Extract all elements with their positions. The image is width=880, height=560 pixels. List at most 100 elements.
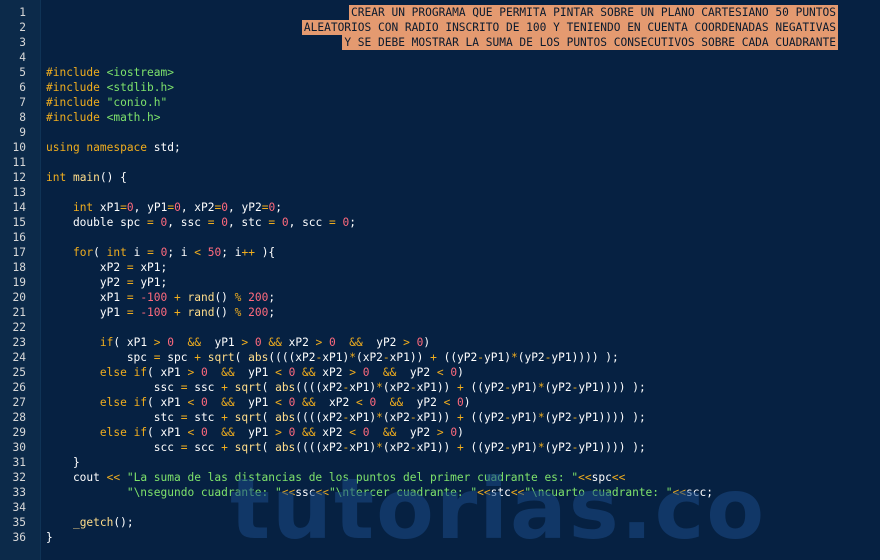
line-number: 34 [12, 501, 26, 514]
code-token: + [194, 351, 208, 364]
code-line[interactable]: 6 #include <stdlib.h> [0, 80, 880, 95]
code-line[interactable]: 14 int xP1=0, yP1=0, xP2=0, yP2=0; [0, 200, 880, 215]
code-token: < [275, 396, 289, 409]
code-token: ( xP1 [147, 396, 188, 409]
code-line[interactable]: 35 _getch(); [0, 515, 880, 530]
code-line[interactable]: 9 [0, 125, 880, 140]
code-line[interactable]: 20 xP1 = -100 + rand() % 200; [0, 290, 880, 305]
code-token: = [180, 441, 195, 454]
code-line[interactable]: 22 [0, 320, 880, 335]
code-token: ((yP2 [443, 351, 478, 364]
line-number: 2 [19, 21, 26, 34]
code-line[interactable]: 26 ssc = ssc + sqrt( abs((((xP2-xP1)*(xP… [0, 380, 880, 395]
code-line[interactable]: 23 if( xP1 > 0 && yP1 > 0 && xP2 > 0 && … [0, 335, 880, 350]
code-line[interactable]: 36} [0, 530, 880, 545]
code-line[interactable]: 19 yP2 = yP1; [0, 275, 880, 290]
code-line[interactable]: 33 "\nsegundo cuadrante: "<<ssc<<"\nterc… [0, 485, 880, 500]
code-line[interactable]: 11 [0, 155, 880, 170]
code-token: yP2 [362, 336, 404, 349]
code-line[interactable]: 25 else if( xP1 > 0 && yP1 < 0 && xP2 > … [0, 365, 880, 380]
code-line[interactable]: 12 int main() { [0, 170, 880, 185]
code-token: ((yP2 [470, 441, 505, 454]
code-token: yP1 [234, 366, 276, 379]
code-token: << [510, 486, 525, 499]
code-token: % [234, 291, 249, 304]
code-line[interactable]: 2 ALEATORIOS CON RADIO INSCRITO DE 100 Y … [0, 20, 880, 35]
code-token: xP1)) [389, 351, 431, 364]
code-token: > [315, 336, 330, 349]
code-token: && [221, 396, 235, 409]
code-token: ) [457, 426, 464, 439]
line-number: 32 [12, 471, 26, 484]
line-number: 15 [12, 216, 26, 229]
code-line[interactable]: 31 } [0, 455, 880, 470]
code-token: ; i [221, 246, 242, 259]
code-token: = [120, 201, 127, 214]
code-token: xP1) [349, 411, 377, 424]
code-token: "\ncuarto cuadrante: " [524, 486, 673, 499]
code-line[interactable]: 32 cout << "La suma de las distancias de… [0, 470, 880, 485]
code-line[interactable]: 15 double spc = 0, ssc = 0, stc = 0, scc… [0, 215, 880, 230]
code-line[interactable]: 28 stc = stc + sqrt( abs((((xP2-xP1)*(xP… [0, 410, 880, 425]
code-token: spc [167, 351, 195, 364]
code-line[interactable]: 17 for( int i = 0; i < 50; i++ ){ [0, 245, 880, 260]
code-token: i [133, 246, 148, 259]
line-number: 10 [12, 141, 26, 154]
line-number: 30 [12, 441, 26, 454]
code-token: 0 [221, 201, 228, 214]
code-line[interactable]: 7 #include "conio.h" [0, 95, 880, 110]
code-token: - [477, 351, 485, 364]
code-text: ssc = ssc + sqrt( abs((((xP2-xP1)*(xP2-x… [46, 380, 646, 395]
code-text: if( xP1 > 0 && yP1 > 0 && xP2 > 0 && yP2… [46, 335, 430, 350]
code-line[interactable]: 21 yP1 = -100 + rand() % 200; [0, 305, 880, 320]
code-text: #include "conio.h" [46, 95, 167, 110]
code-token: () [214, 291, 235, 304]
code-line[interactable]: 29 else if( xP1 < 0 && yP1 > 0 && xP2 < … [0, 425, 880, 440]
code-token: * [376, 411, 383, 424]
code-line[interactable]: 8 #include <math.h> [0, 110, 880, 125]
code-token: abs [275, 441, 296, 454]
code-token: yP1)))) ); [578, 441, 646, 454]
code-line[interactable]: 27 else if( xP1 < 0 && yP1 < 0 && xP2 < … [0, 395, 880, 410]
code-line[interactable]: 5 #include <iostream> [0, 65, 880, 80]
code-line[interactable]: 16 [0, 230, 880, 245]
code-line[interactable]: 30 scc = scc + sqrt( abs((((xP2-xP1)*(xP… [0, 440, 880, 455]
code-line[interactable]: 10 using namespace std; [0, 140, 880, 155]
code-token: } [46, 456, 80, 469]
code-line[interactable]: 13 [0, 185, 880, 200]
code-line[interactable]: 24 spc = spc + sqrt( abs((((xP2-xP1)*(xP… [0, 350, 880, 365]
code-line[interactable]: 4 [0, 50, 880, 65]
code-line[interactable]: 3 Y SE DEBE MOSTRAR LA SUMA DE LOS PUNTOS… [0, 35, 880, 50]
code-token: > [349, 366, 363, 379]
code-token: = [126, 291, 141, 304]
code-token: xP1)) [416, 411, 458, 424]
code-token: main [72, 171, 100, 184]
code-token: ( xP1 [147, 366, 188, 379]
code-line[interactable]: 34 [0, 500, 880, 515]
code-token: 50 [207, 246, 222, 259]
code-token: xP1)) [416, 441, 458, 454]
code-token: yP2 [46, 276, 127, 289]
code-token: = [329, 216, 343, 229]
code-token: 0 [288, 366, 303, 379]
code-editor[interactable]: 1 CREAR UN PROGRAMA QUE PERMITA PINTAR SO… [0, 5, 880, 545]
code-token: * [376, 381, 383, 394]
code-token: << [315, 486, 329, 499]
code-token: ){ [254, 246, 276, 259]
code-token: + [457, 411, 471, 424]
code-token: yP1) [510, 381, 538, 394]
code-text: int xP1=0, yP1=0, xP2=0, yP2=0; [46, 200, 282, 215]
code-token: stc [194, 411, 222, 424]
code-token: < [349, 426, 363, 439]
code-token: sqrt [234, 411, 262, 424]
code-token: spc [46, 351, 154, 364]
code-token: * [537, 441, 545, 454]
line-number: 1 [19, 6, 26, 19]
code-line[interactable]: 1 CREAR UN PROGRAMA QUE PERMITA PINTAR SO… [0, 5, 880, 20]
code-line[interactable]: 18 xP2 = xP1; [0, 260, 880, 275]
code-token: < [275, 366, 289, 379]
code-token: _getch [72, 516, 114, 529]
code-text: cout << "La suma de las distancias de lo… [46, 470, 625, 485]
code-token: , yP1 [133, 201, 168, 214]
code-token: stc [490, 486, 511, 499]
